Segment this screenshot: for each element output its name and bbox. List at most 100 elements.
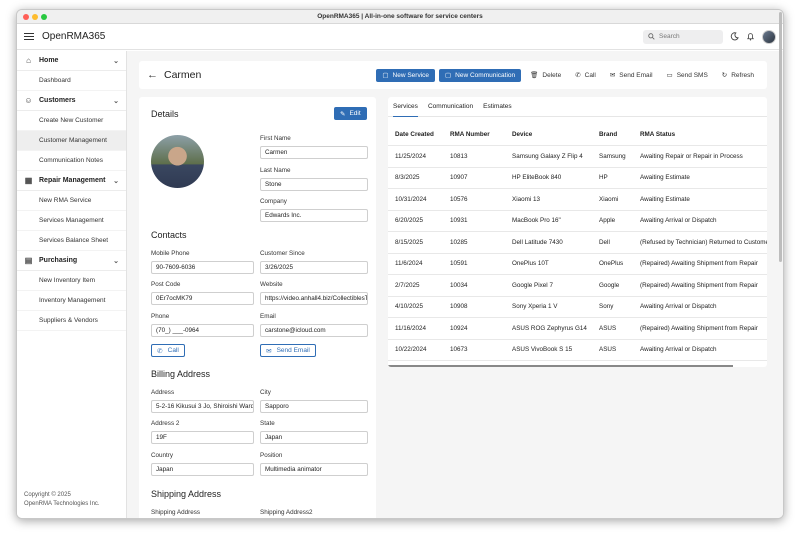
sidebar-item-services-management[interactable]: Services Management	[17, 211, 126, 231]
table-row[interactable]: 10/22/2024 10673 ASUS VivoBook S 15 ASUS Awa…	[388, 340, 767, 361]
table-row[interactable]: 2/7/2025 10034 Google Pixel 7 Google (Repair…	[388, 275, 767, 297]
shipping-address-label: Shipping Address	[151, 509, 201, 516]
tab-services[interactable]: Services	[393, 97, 418, 117]
position-input[interactable]: Multimedia animator	[260, 463, 368, 476]
website-field: Website https://video.anhall4.biz/Collec…	[260, 281, 368, 305]
copyright-line: Copyright © 2025	[24, 492, 71, 498]
sidebar-item-communication-notes[interactable]: Communication Notes	[17, 151, 126, 171]
sidebar-item-create-new-customer[interactable]: Create New Customer	[17, 111, 126, 131]
minimize-window-button[interactable]	[32, 14, 38, 20]
details-title: Details	[151, 109, 179, 119]
tab-communication[interactable]: Communication	[428, 97, 473, 117]
country-label: Country	[151, 452, 174, 459]
sidebar-group-customers[interactable]: ☺ Customers ⌄	[17, 91, 126, 111]
new-service-button[interactable]: ▢ New Service	[376, 68, 435, 82]
position-label: Position	[260, 452, 283, 459]
table-cell: Sony	[599, 303, 614, 311]
sidebar-item-inventory-management[interactable]: Inventory Management	[17, 291, 126, 311]
table-cell: 2/7/2025	[395, 281, 420, 289]
address2-input[interactable]: 19F	[151, 431, 254, 444]
user-avatar[interactable]	[762, 29, 776, 44]
pencil-icon: ✎	[340, 110, 346, 118]
table-row[interactable]: 8/3/2025 10907 HP EliteBook 840 HP Awaiting …	[388, 168, 767, 189]
column-header[interactable]: RMA Status	[640, 131, 767, 138]
call-contact-button[interactable]: ✆ Call	[151, 344, 185, 357]
table-row[interactable]: 8/15/2025 10285 Dell Latitude 7430 Dell (Ref…	[388, 232, 767, 254]
delete-button[interactable]: 🗑 Delete	[525, 69, 566, 82]
sidebar-group-home[interactable]: ⌂ Home ⌄	[17, 51, 126, 71]
column-header[interactable]: Date Created	[388, 131, 450, 138]
sidebar-item-customer-management[interactable]: Customer Management	[17, 131, 126, 151]
edit-button[interactable]: ✎ Edit	[334, 107, 367, 120]
table-row[interactable]: 4/10/2025 10908 Sony Xperia 1 V Sony Awaitin…	[388, 297, 767, 318]
mobile-phone-input[interactable]: 90-7609-6036	[151, 261, 254, 274]
email-label: Email	[260, 313, 276, 320]
column-header[interactable]: Device	[512, 131, 599, 138]
table-row[interactable]: 11/25/2024 10813 Samsung Galaxy Z Flip 4 Sa…	[388, 146, 767, 168]
send-email-button[interactable]: ✉ Send Email	[605, 69, 658, 82]
horizontal-scrollbar[interactable]	[388, 365, 733, 367]
sidebar-group-repair-management[interactable]: ▦ Repair Management ⌄	[17, 171, 126, 191]
company-label: Company	[260, 198, 287, 205]
send-email-contact-button[interactable]: ✉ Send Email	[260, 344, 316, 357]
refresh-button[interactable]: ↻ Refresh	[717, 69, 759, 82]
sidebar-item-suppliers-vendors[interactable]: Suppliers & Vendors	[17, 311, 126, 331]
address-input[interactable]: 5-2-16 Kikusui 3 Jo, Shiroishi Ward	[151, 400, 254, 413]
mail-icon: ✉	[609, 72, 616, 79]
table-row[interactable]: 6/20/2025 10931 MacBook Pro 16" Apple Awaiti…	[388, 211, 767, 232]
company-input[interactable]: Edwards Inc.	[260, 209, 368, 222]
zoom-window-button[interactable]	[41, 14, 47, 20]
table-cell: Apple	[599, 217, 616, 225]
state-input[interactable]: Japan	[260, 431, 368, 444]
menu-icon[interactable]	[24, 31, 34, 42]
website-input[interactable]: https://video.anhall4.biz/CollectiblesTo…	[260, 292, 368, 305]
table-cell: Samsung Galaxy Z Flip 4	[512, 152, 583, 160]
email-input[interactable]: carstone@icloud.com	[260, 324, 368, 337]
chevron-down-icon: ⌄	[113, 257, 119, 265]
home-icon: ⌂	[26, 56, 31, 65]
window-title: OpenRMA365 | All-in-one software for ser…	[317, 13, 483, 20]
dark-mode-icon[interactable]	[730, 32, 739, 41]
post-code-input[interactable]: 0Er7ocMK79	[151, 292, 254, 305]
customer-since-input[interactable]: 3/26/2025	[260, 261, 368, 274]
sidebar-item-new-rma-service[interactable]: New RMA Service	[17, 191, 126, 211]
close-window-button[interactable]	[23, 14, 29, 20]
phone-input[interactable]: (70_) ___-0964	[151, 324, 254, 337]
first-name-field: First Name Carmen	[260, 135, 368, 159]
country-input[interactable]: Japan	[151, 463, 254, 476]
table-row[interactable]: 11/6/2024 10591 OnePlus 10T OnePlus (Repaire…	[388, 254, 767, 275]
sidebar-group-purchasing[interactable]: ▤ Purchasing ⌄	[17, 251, 126, 271]
table-cell: (Repaired) Awaiting Shipment from Repair	[640, 281, 758, 289]
copyright-company: OpenRMA Technologies Inc.	[24, 501, 100, 507]
services-table: Date Created RMA Number Device Brand RMA…	[388, 124, 767, 361]
search-input[interactable]: Search	[643, 29, 723, 44]
last-name-input[interactable]: Stone	[260, 178, 368, 191]
phone-label: Phone	[151, 313, 170, 320]
tab-estimates[interactable]: Estimates	[483, 97, 512, 117]
services-tabs: Services Communication Estimates	[388, 97, 767, 117]
notification-bell-icon[interactable]	[746, 32, 755, 41]
table-row[interactable]: 11/16/2024 10924 ASUS ROG Zephyrus G14 ASUS…	[388, 318, 767, 340]
call-button[interactable]: ✆ Call	[570, 69, 601, 82]
first-name-input[interactable]: Carmen	[260, 146, 368, 159]
table-cell: Awaiting Estimate	[640, 195, 690, 203]
sidebar-item-services-balance-sheet[interactable]: Services Balance Sheet	[17, 231, 126, 251]
table-cell: 11/6/2024	[395, 260, 423, 268]
city-input[interactable]: Sapporo	[260, 400, 368, 413]
column-header[interactable]: RMA Number	[450, 131, 512, 138]
refresh-label: Refresh	[731, 71, 754, 79]
table-row[interactable]: 10/31/2024 10576 Xiaomi 13 Xiaomi Awaiting E…	[388, 189, 767, 211]
chat-icon: ▭	[666, 72, 673, 79]
column-header[interactable]: Brand	[599, 131, 640, 138]
back-arrow-icon[interactable]: ←	[147, 69, 158, 81]
sidebar-item-new-inventory-item[interactable]: New Inventory Item	[17, 271, 126, 291]
sidebar-item-dashboard[interactable]: Dashboard	[17, 71, 126, 91]
send-sms-button[interactable]: ▭ Send SMS	[662, 69, 713, 82]
new-communication-button[interactable]: ▢ New Communication	[439, 68, 522, 82]
table-cell: OnePlus 10T	[512, 260, 549, 268]
vertical-scrollbar[interactable]	[779, 12, 782, 262]
table-cell: Google Pixel 7	[512, 281, 553, 289]
customer-since-label: Customer Since	[260, 250, 305, 257]
shipping-address-title: Shipping Address	[151, 489, 222, 499]
main-content: ← Carmen ▢ New Service ▢ New Communicati…	[127, 51, 783, 518]
